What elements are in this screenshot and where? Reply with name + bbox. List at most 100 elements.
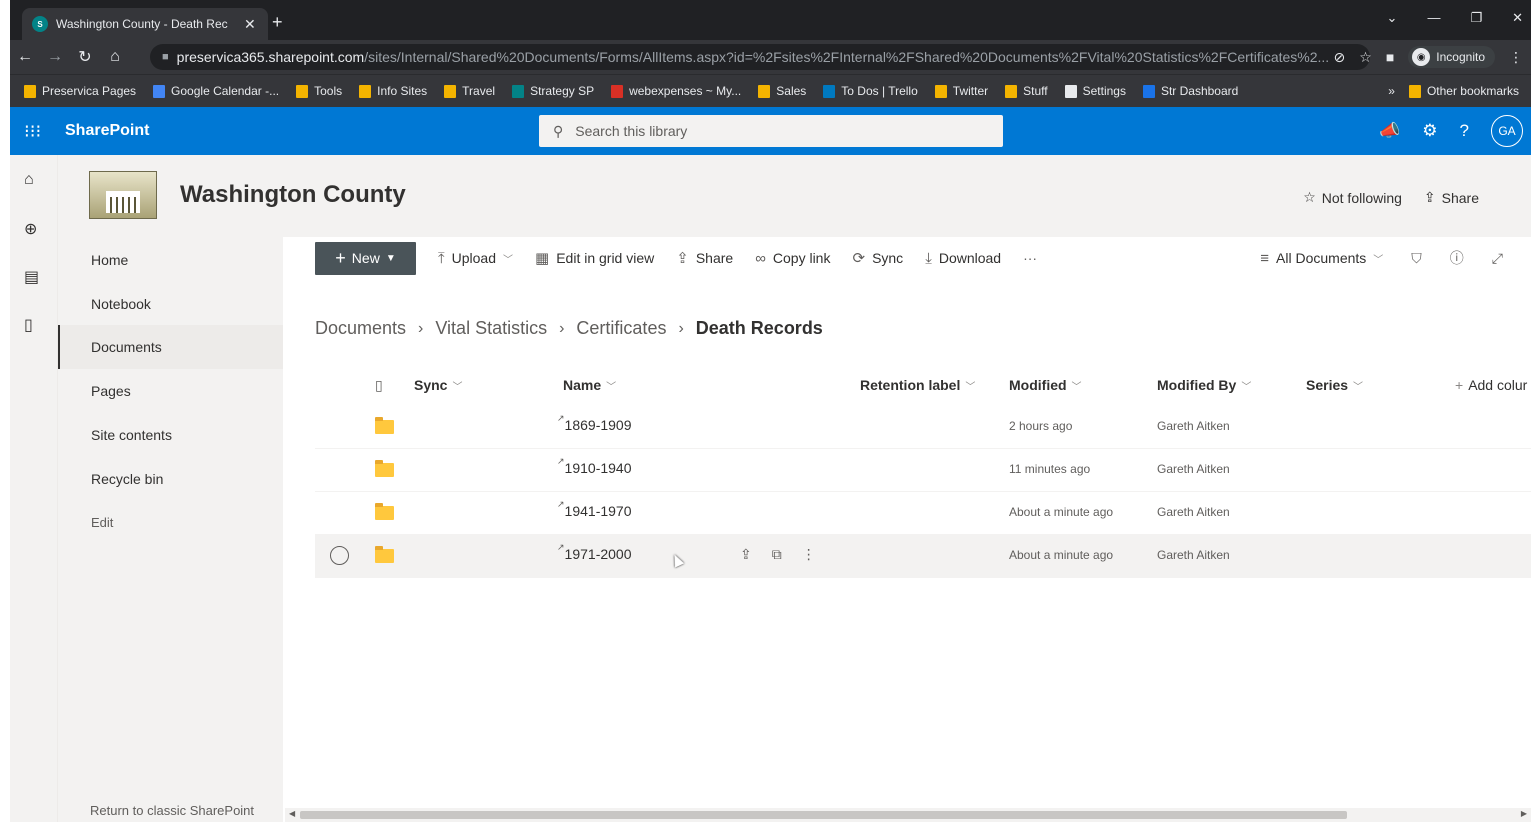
site-logo[interactable] — [89, 171, 157, 219]
nav-item-pages[interactable]: Pages — [58, 369, 283, 413]
more-commands-button[interactable]: ··· — [1023, 250, 1037, 266]
bookmark-item[interactable]: Preservica Pages — [24, 84, 136, 98]
address-bar[interactable]: ■ preservica365.sharepoint.com/sites/Int… — [150, 44, 1370, 70]
nav-edit-link[interactable]: Edit — [58, 500, 283, 544]
breadcrumb-item[interactable]: Documents — [315, 318, 406, 339]
folder-name-link[interactable]: ↗1971-2000 — [557, 542, 632, 562]
column-modified-by[interactable]: Modified By ﹀ — [1157, 377, 1251, 393]
row-select-checkbox[interactable] — [330, 546, 349, 565]
sharepoint-brand[interactable]: SharePoint — [65, 122, 149, 140]
bookmark-item[interactable]: Info Sites — [359, 84, 427, 98]
modified-by-cell[interactable]: Gareth Aitken — [1157, 419, 1230, 433]
bookmark-item[interactable]: webexpenses ~ My... — [611, 84, 741, 98]
modified-by-cell[interactable]: Gareth Aitken — [1157, 548, 1230, 562]
more-actions-icon[interactable]: ⋮ — [802, 546, 816, 563]
home-icon[interactable]: ⌂ — [24, 171, 34, 189]
browser-tab[interactable]: S Washington County - Death Rec ✕ — [22, 8, 268, 40]
news-icon[interactable]: ▤ — [24, 267, 39, 287]
globe-icon[interactable]: ⊕ — [24, 219, 37, 239]
back-icon[interactable]: ← — [10, 48, 40, 66]
filter-icon[interactable]: ⛉ — [1411, 250, 1422, 267]
other-bookmarks[interactable]: Other bookmarks — [1408, 84, 1519, 98]
copy-link-button[interactable]: ∞ Copy link — [755, 250, 830, 267]
table-row[interactable]: ↗1941-1970 About a minute ago Gareth Ait… — [315, 492, 1531, 535]
breadcrumb-item[interactable]: Vital Statistics — [435, 318, 547, 339]
share-icon[interactable]: ⇪ — [740, 546, 752, 563]
close-tab-icon[interactable]: ✕ — [244, 16, 256, 33]
column-retention-label[interactable]: Retention label ﹀ — [860, 377, 975, 393]
download-button[interactable]: ⤓ Download — [925, 250, 1001, 267]
column-sync[interactable]: Sync ﹀ — [414, 377, 462, 393]
tab-search-icon[interactable]: ⌄ — [1387, 10, 1398, 26]
file-type-icon[interactable]: ▯ — [375, 377, 383, 394]
copy-link-icon[interactable]: ⧉ — [772, 546, 782, 563]
home-icon[interactable]: ⌂ — [100, 48, 130, 66]
app-launcher-icon[interactable]: ⁝⁝⁝ — [24, 121, 41, 142]
folder-name-link[interactable]: ↗1910-1940 — [557, 456, 632, 476]
modified-by-cell[interactable]: Gareth Aitken — [1157, 462, 1230, 476]
nav-item-site-contents[interactable]: Site contents — [58, 413, 283, 457]
nav-item-home[interactable]: Home — [58, 238, 283, 282]
bookmark-item[interactable]: Sales — [758, 84, 806, 98]
gear-icon[interactable]: ⚙ — [1422, 121, 1437, 141]
info-icon[interactable]: ⓘ — [1450, 248, 1464, 268]
column-name[interactable]: Name ﹀ — [563, 377, 616, 393]
view-switcher[interactable]: ≡ All Documents ﹀ — [1260, 250, 1383, 267]
restore-icon[interactable]: ❐ — [1470, 10, 1482, 26]
library-search-input[interactable]: ⚲ Search this library — [539, 115, 1003, 147]
breadcrumb-item[interactable]: Certificates — [576, 318, 666, 339]
table-row[interactable]: ↗1910-1940 11 minutes ago Gareth Aitken — [315, 449, 1531, 492]
expand-icon[interactable]: ⤢ — [1492, 250, 1503, 267]
bookmark-item[interactable]: Twitter — [934, 84, 988, 98]
bookmark-item[interactable]: Strategy SP — [512, 84, 594, 98]
nav-item-notebook[interactable]: Notebook — [58, 282, 283, 326]
bookmark-item[interactable]: Str Dashboard — [1142, 84, 1238, 98]
megaphone-icon[interactable]: 📣 — [1379, 121, 1400, 141]
site-title[interactable]: Washington County — [180, 181, 406, 209]
table-row[interactable]: ↗1971-2000 ⇪ ⧉ ⋮ About a minute ago Gare… — [315, 535, 1531, 578]
scroll-left-icon[interactable]: ◀ — [289, 809, 295, 818]
upload-button[interactable]: ⤒ Upload ﹀ — [438, 250, 513, 267]
scrollbar-thumb[interactable] — [300, 811, 1347, 819]
scroll-right-icon[interactable]: ▶ — [1521, 809, 1527, 818]
sync-button[interactable]: ⟳ Sync — [852, 249, 903, 267]
reload-icon[interactable]: ↻ — [70, 47, 100, 67]
modified-by-cell[interactable]: Gareth Aitken — [1157, 505, 1230, 519]
edit-grid-view-button[interactable]: ▦ Edit in grid view — [535, 249, 654, 267]
browser-menu-icon[interactable]: ⋮ — [1509, 49, 1523, 66]
bookmark-item[interactable]: Travel — [444, 84, 495, 98]
help-icon[interactable]: ? — [1460, 121, 1469, 141]
reading-list-icon[interactable]: ■ — [1386, 49, 1394, 65]
row-actions: ⇪ ⧉ ⋮ — [740, 546, 816, 563]
column-modified[interactable]: Modified ﹀ — [1009, 377, 1082, 393]
bookmark-item[interactable]: Tools — [296, 84, 342, 98]
new-tab-button[interactable]: + — [272, 12, 283, 33]
return-to-classic-link[interactable]: Return to classic SharePoint — [90, 803, 254, 818]
document-icon[interactable]: ▯ — [24, 315, 33, 335]
bookmark-star-icon[interactable]: ☆ — [1359, 49, 1372, 66]
share-site-button[interactable]: ⇪ Share — [1424, 189, 1479, 206]
nav-item-recycle-bin[interactable]: Recycle bin — [58, 457, 283, 501]
bookmark-item[interactable]: Settings — [1064, 84, 1126, 98]
follow-button[interactable]: ☆ Not following — [1303, 189, 1402, 206]
more-bookmarks-button[interactable]: » — [1388, 84, 1395, 98]
new-item-icon: ↗ — [557, 413, 565, 423]
add-column-button[interactable]: + Add colur — [1455, 377, 1527, 393]
bookmark-item[interactable]: Google Calendar -... — [153, 84, 279, 98]
table-row[interactable]: ↗1869-1909 2 hours ago Gareth Aitken — [315, 406, 1531, 449]
folder-name-link[interactable]: ↗1941-1970 — [557, 499, 632, 519]
avatar[interactable]: GA — [1491, 115, 1523, 147]
share-button[interactable]: ⇪ Share — [676, 249, 733, 267]
column-series[interactable]: Series ﹀ — [1306, 377, 1363, 393]
close-window-icon[interactable]: ✕ — [1512, 10, 1523, 26]
minimize-icon[interactable]: — — [1427, 10, 1440, 26]
new-button[interactable]: + New ▼ — [315, 241, 416, 275]
folder-name-link[interactable]: ↗1869-1909 — [557, 413, 632, 433]
horizontal-scrollbar[interactable]: ◀ ▶ — [285, 808, 1531, 822]
nav-item-documents[interactable]: Documents — [58, 325, 283, 369]
eye-off-icon[interactable]: ⊘ — [1334, 49, 1346, 66]
bookmark-item[interactable]: To Dos | Trello — [823, 84, 918, 98]
incognito-badge[interactable]: ◉ Incognito — [1408, 46, 1495, 68]
bookmark-item[interactable]: Stuff — [1005, 84, 1048, 98]
forward-icon[interactable]: → — [40, 48, 70, 66]
